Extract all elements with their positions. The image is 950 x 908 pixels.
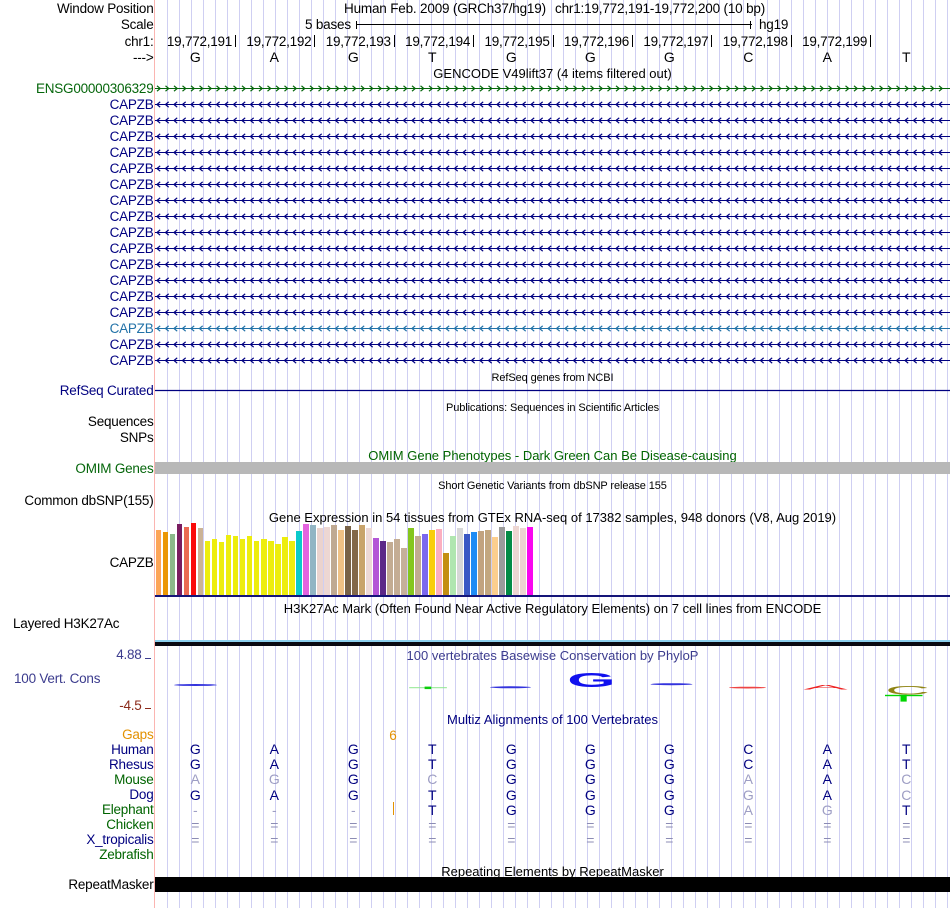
svg-text:A: A	[803, 684, 848, 691]
svg-text:G: G	[567, 668, 615, 691]
